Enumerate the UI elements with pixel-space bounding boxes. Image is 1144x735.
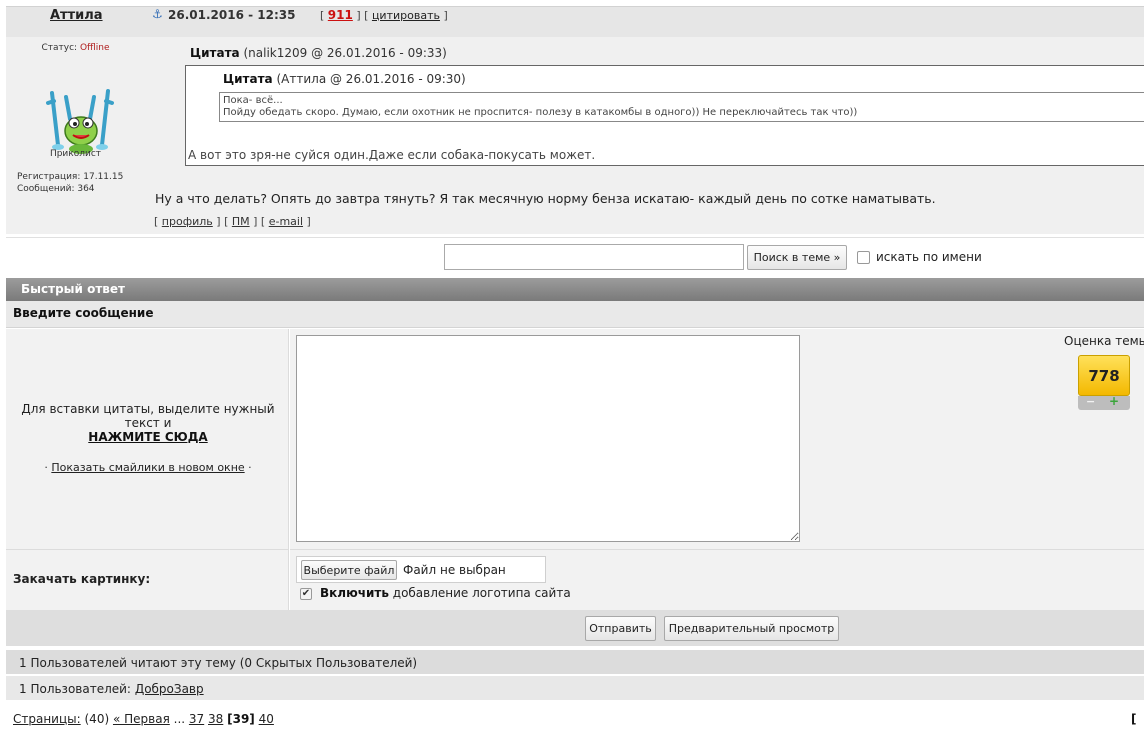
user-link-dobrozavr[interactable]: ДоброЗавр [135,682,204,696]
page-37-link[interactable]: 37 [189,712,204,726]
page-40-link[interactable]: 40 [259,712,274,726]
search-input[interactable] [444,244,744,270]
show-smiles-link[interactable]: Показать смайлики в новом окне [51,461,244,474]
quote-link[interactable]: цитировать [372,9,440,22]
user-info-panel: Статус: Offline Приколист Регистрация: 1… [6,37,145,234]
quick-reply-subheader [6,301,1144,328]
registration-date: 17.11.15 [83,172,124,182]
page-38-link[interactable]: 38 [208,712,223,726]
quote-inner-line1: Пока- всё... [223,95,283,106]
post-date: 26.01.2016 - 12:35 [168,8,296,22]
post-number-link[interactable]: 911 [328,8,353,22]
message-textarea[interactable] [296,335,800,542]
rating-minus-icon[interactable]: − [1086,395,1095,408]
pm-link[interactable]: ПМ [232,215,250,228]
frog-avatar [46,89,114,154]
insert-quote-link[interactable]: НАЖМИТЕ СЮДА [88,430,207,444]
post-links: [ профиль ] [ ПМ ] [ e-mail ] [154,215,311,228]
quote-inner-title: Цитата (Аттила @ 26.01.2016 - 09:30) [223,72,466,86]
pages-total: (40) [84,712,110,726]
status-value: Offline [79,43,110,53]
first-page-link[interactable]: « Первая [113,712,170,726]
post-actions: [ 911 ] [ цитировать ] [320,8,448,22]
logo-label: Включить добавление логотипа сайта [320,586,571,600]
send-button[interactable]: Отправить [585,616,656,641]
search-by-name-checkbox[interactable] [857,251,870,264]
anchor-icon[interactable]: ⚓ [152,7,163,21]
quote-outer-title: Цитата (nalik1209 @ 26.01.2016 - 09:33) [190,46,447,60]
user-status: Статус: Offline [41,43,110,53]
enter-message-label: Введите сообщение [13,306,154,320]
messages-count: 364 [77,184,95,194]
topic-rating-label: Оценка темы [1064,334,1144,348]
pagination-right-fragment: [ [1131,712,1137,726]
search-in-topic-button[interactable]: Поиск в теме » [747,245,847,270]
rating-controls: − + [1078,394,1130,410]
post-text: Ну а что делать? Опять до завтра тянуть?… [155,191,936,206]
choose-file-button[interactable]: Выберите файл [301,560,397,580]
submit-row [6,610,1144,646]
smiles-row: · Показать смайлики в новом окне · [44,461,252,474]
users-text: 1 Пользователей: ДоброЗавр [19,682,204,696]
preview-button[interactable]: Предварительный просмотр [664,616,839,641]
current-page: [39] [227,712,255,726]
check-icon[interactable]: ✔ [300,588,312,600]
author-link[interactable]: Аттила [50,8,103,23]
user-group: Приколист [49,149,102,159]
profile-link[interactable]: профиль [162,215,213,228]
quote-hint: Для вставки цитаты, выделите нужный текс… [21,402,275,444]
search-by-name-label: искать по имени [876,250,982,264]
pages-link[interactable]: Страницы: [13,712,81,726]
file-status: Файл не выбран [403,563,506,577]
quick-reply-title: Быстрый ответ [21,282,125,296]
rating-plus-icon[interactable]: + [1109,394,1119,408]
quote-inner-box: Пока- всё... Пойду обедать скоро. Думаю,… [219,92,1144,122]
quote-outer-text: А вот это зря-не суйся один.Даже если со… [188,148,596,162]
email-link[interactable]: e-mail [269,215,303,228]
pagination-ellipsis: ... [173,712,186,726]
topic-rating-value: 778 [1078,355,1130,396]
quick-reply-header [6,278,1144,301]
registration-info: Регистрация: 17.11.15 Сообщений: 364 [17,172,124,194]
quote-inner-line2: Пойду обедать скоро. Думаю, если охотник… [223,107,858,118]
upload-image-label: Закачать картинку: [13,572,151,586]
readers-text: 1 Пользователей читают эту тему (0 Скрыт… [19,656,418,670]
pagination: Страницы: (40) « Первая ... 37 38 [39] 4… [13,712,274,726]
